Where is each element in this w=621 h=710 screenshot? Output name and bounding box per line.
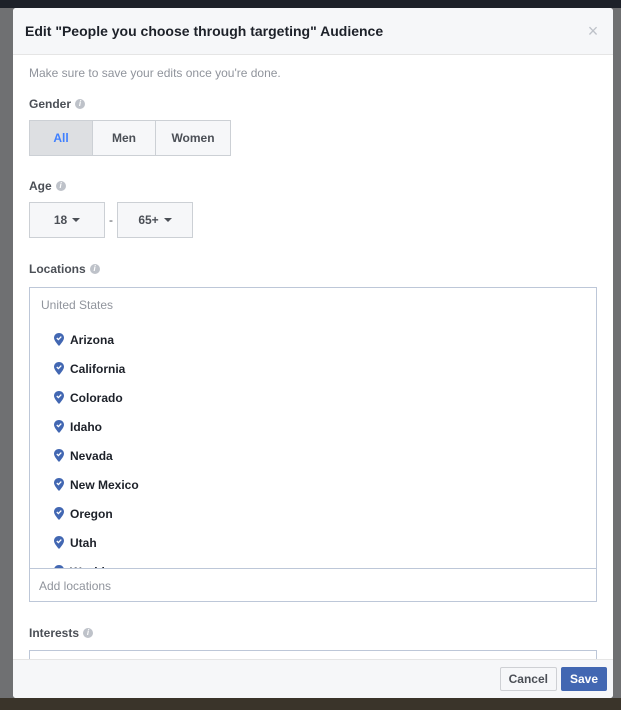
gender-men-button[interactable]: Men [92,120,156,156]
gender-all-button[interactable]: All [29,120,93,156]
locations-label-text: Locations [29,262,86,276]
caret-down-icon [163,218,172,222]
locations-box: United States Arizona California Colorado I… [29,287,597,602]
age-min-dropdown[interactable]: 18 [29,202,105,238]
location-name: Utah [70,535,97,550]
gender-label: Gender i [29,97,597,111]
location-country: United States [41,298,114,312]
location-pin-icon [54,507,64,520]
location-item[interactable]: Oregon [41,499,585,528]
location-item[interactable]: Arizona [41,325,585,354]
cancel-button[interactable]: Cancel [499,667,557,691]
location-item[interactable]: New Mexico [41,470,585,499]
gender-women-button[interactable]: Women [155,120,231,156]
age-max-value: 65+ [138,213,159,227]
location-item[interactable]: Idaho [41,412,585,441]
info-icon[interactable]: i [83,628,94,638]
info-icon[interactable]: i [75,99,86,109]
age-range: 18 - 65+ [29,202,597,238]
background-top-bar [0,0,621,8]
location-item[interactable]: Utah [41,528,585,557]
save-hint: Make sure to save your edits once you're… [29,66,281,80]
interests-label: Interests i [29,626,597,640]
close-icon[interactable]: × [585,21,601,42]
age-separator: - [109,213,113,227]
location-item[interactable]: Colorado [41,383,585,412]
location-pin-icon [54,362,64,375]
interests-label-text: Interests [29,626,80,640]
location-item[interactable]: California [41,354,585,383]
location-name: Arizona [70,332,115,347]
location-pin-icon [54,536,64,549]
location-pin-icon [54,420,64,433]
location-pin-icon [54,449,64,462]
locations-label: Locations i [29,262,597,276]
dialog-title: Edit "People you choose through targetin… [25,23,384,39]
add-locations-input[interactable]: Add locations [30,568,596,601]
background-bottom-bar [0,698,621,710]
age-max-dropdown[interactable]: 65+ [117,202,193,238]
location-pin-icon [54,333,64,346]
age-label: Age i [29,179,597,193]
dialog-header: Edit "People you choose through targetin… [13,8,613,55]
info-icon[interactable]: i [55,181,66,191]
save-button[interactable]: Save [560,667,607,691]
location-name: Idaho [70,419,102,434]
location-name: Colorado [70,390,123,405]
gender-selector: All Men Women [29,120,597,156]
location-item[interactable]: Nevada [41,441,585,470]
dialog-footer: Cancel Save [13,659,613,698]
location-pin-icon [54,391,64,404]
location-pin-icon [54,478,64,491]
edit-audience-dialog: Edit "People you choose through targetin… [13,8,613,698]
age-label-text: Age [29,179,52,193]
gender-label-text: Gender [29,97,72,111]
age-min-value: 18 [53,213,68,227]
caret-down-icon [72,218,81,222]
locations-list[interactable]: United States Arizona California Colorado I… [30,288,596,569]
location-name: New Mexico [70,477,139,492]
location-name: California [70,361,126,376]
location-name: Oregon [70,506,113,521]
location-name: Nevada [70,448,113,463]
info-icon[interactable]: i [89,264,100,274]
